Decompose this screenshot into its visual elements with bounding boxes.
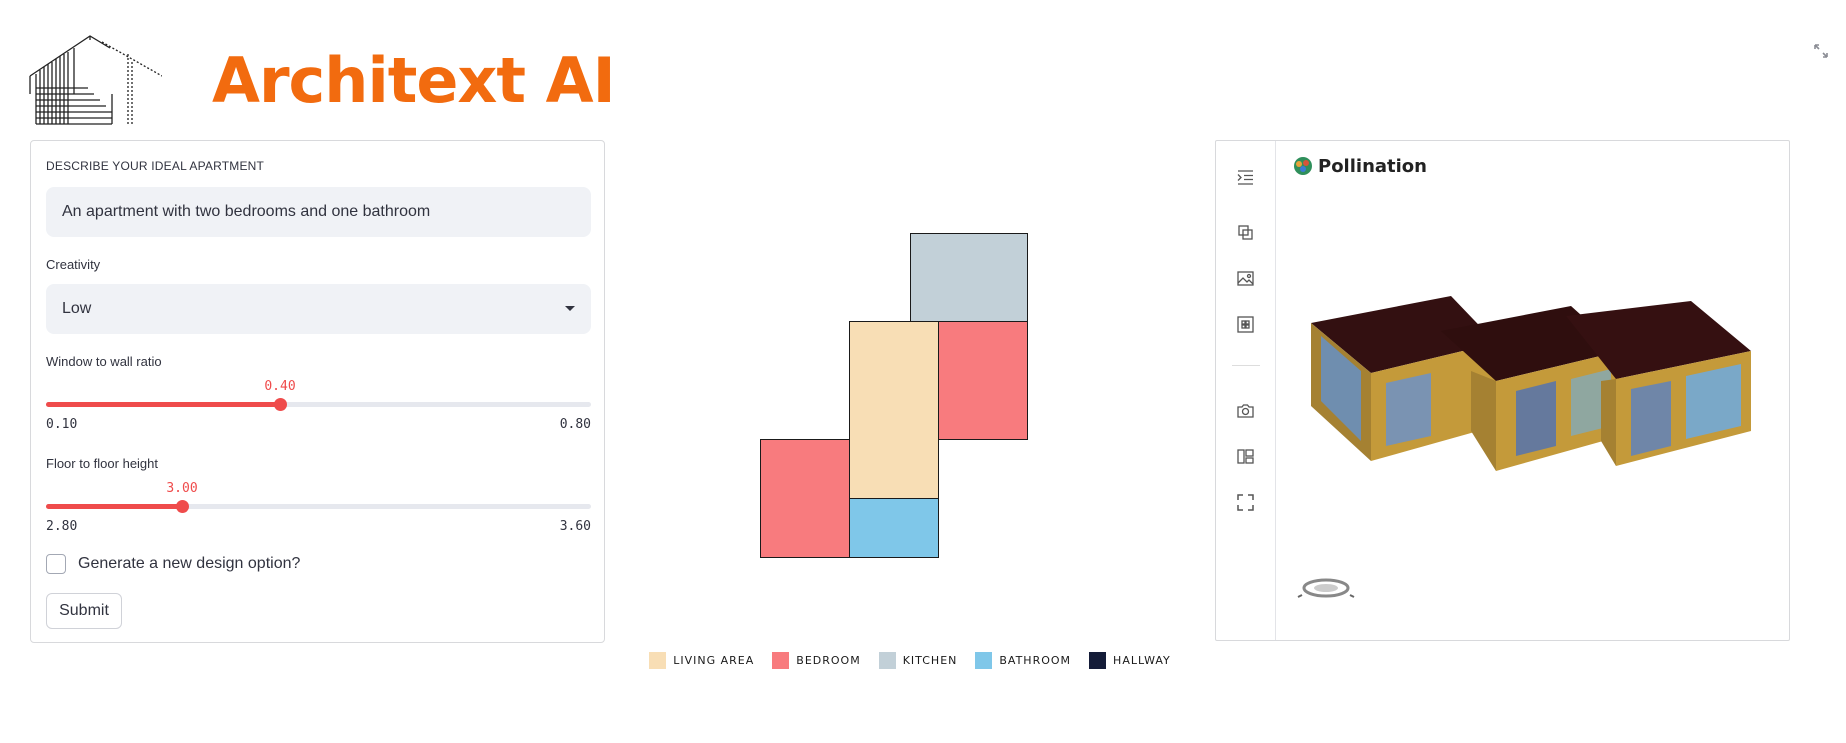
creativity-label: Creativity [46,257,101,272]
legend-label: BATHROOM [999,654,1072,667]
ffh-label: Floor to floor height [46,456,159,471]
creativity-select[interactable]: Low [46,284,591,334]
legend-swatch [1089,652,1107,669]
app-header: Architext AI [28,34,616,126]
room-bedroom [938,321,1028,440]
expand-icon[interactable] [1812,42,1830,60]
image-icon[interactable] [1236,269,1255,288]
compass-icon[interactable] [1296,573,1356,603]
3d-building-model[interactable] [1301,281,1781,531]
new-design-label: Generate a new design option? [78,555,301,572]
new-design-option[interactable]: Generate a new design option? [46,554,300,574]
viewer-toolbar [1216,141,1276,640]
legend-item: KITCHEN [878,652,958,669]
room-bathroom [849,498,939,558]
legend-item: BEDROOM [772,652,860,669]
legend-label: LIVING AREA [673,654,755,667]
legend-label: HALLWAY [1113,654,1171,667]
app-title: Architext AI [212,43,616,117]
creativity-value: Low [62,300,92,317]
submit-button[interactable]: Submit [46,593,122,629]
legend-swatch [975,652,993,669]
slider-fill [46,402,280,407]
legend-swatch [649,652,667,669]
description-label: DESCRIBE YOUR IDEAL APARTMENT [46,159,265,173]
apartment-form: DESCRIBE YOUR IDEAL APARTMENT An apartme… [30,140,605,643]
room-kitchen [910,233,1028,322]
grid-icon[interactable] [1236,315,1255,334]
slider-thumb[interactable] [274,398,287,411]
layers-icon[interactable] [1236,223,1255,242]
wwr-slider[interactable]: 0.40 0.10 0.80 [46,369,591,432]
legend-label: KITCHEN [902,654,958,667]
indent-icon[interactable] [1236,168,1255,187]
brand-name: Pollination [1318,155,1427,177]
house-logo-icon [29,35,162,125]
slider-value: 0.40 [264,379,296,394]
floor-plan [620,140,1200,640]
chevron-down-icon [565,306,575,311]
ffh-slider[interactable]: 3.00 2.80 3.60 [46,471,591,534]
slider-min: 2.80 [46,519,78,534]
layout-icon[interactable] [1236,447,1255,466]
slider-thumb[interactable] [176,500,189,513]
slider-max: 0.80 [559,417,591,432]
description-input[interactable]: An apartment with two bedrooms and one b… [46,187,591,237]
slider-value: 3.00 [166,481,198,496]
slider-max: 3.60 [559,519,591,534]
pollination-brand: Pollination [1292,155,1427,177]
legend-item: BATHROOM [975,652,1071,669]
toolbar-divider [1232,365,1260,366]
legend-swatch [772,652,790,669]
fullscreen-icon[interactable] [1236,493,1255,512]
legend-item: HALLWAY [1089,652,1171,669]
legend-label: BEDROOM [796,654,861,667]
building-block [1311,296,1496,461]
legend-swatch [878,652,896,669]
slider-min: 0.10 [46,417,78,432]
slider-fill [46,504,182,509]
pollination-viewer: Pollination [1215,140,1790,641]
room-living-area [849,321,939,499]
new-design-checkbox[interactable] [46,554,66,574]
room-bedroom [760,439,850,558]
camera-icon[interactable] [1236,401,1255,420]
room-legend: LIVING AREA BEDROOM KITCHEN BATHROOM HAL… [620,652,1200,669]
pollination-logo-icon [1294,157,1312,175]
wwr-label: Window to wall ratio [46,354,162,369]
legend-item: LIVING AREA [649,652,754,669]
